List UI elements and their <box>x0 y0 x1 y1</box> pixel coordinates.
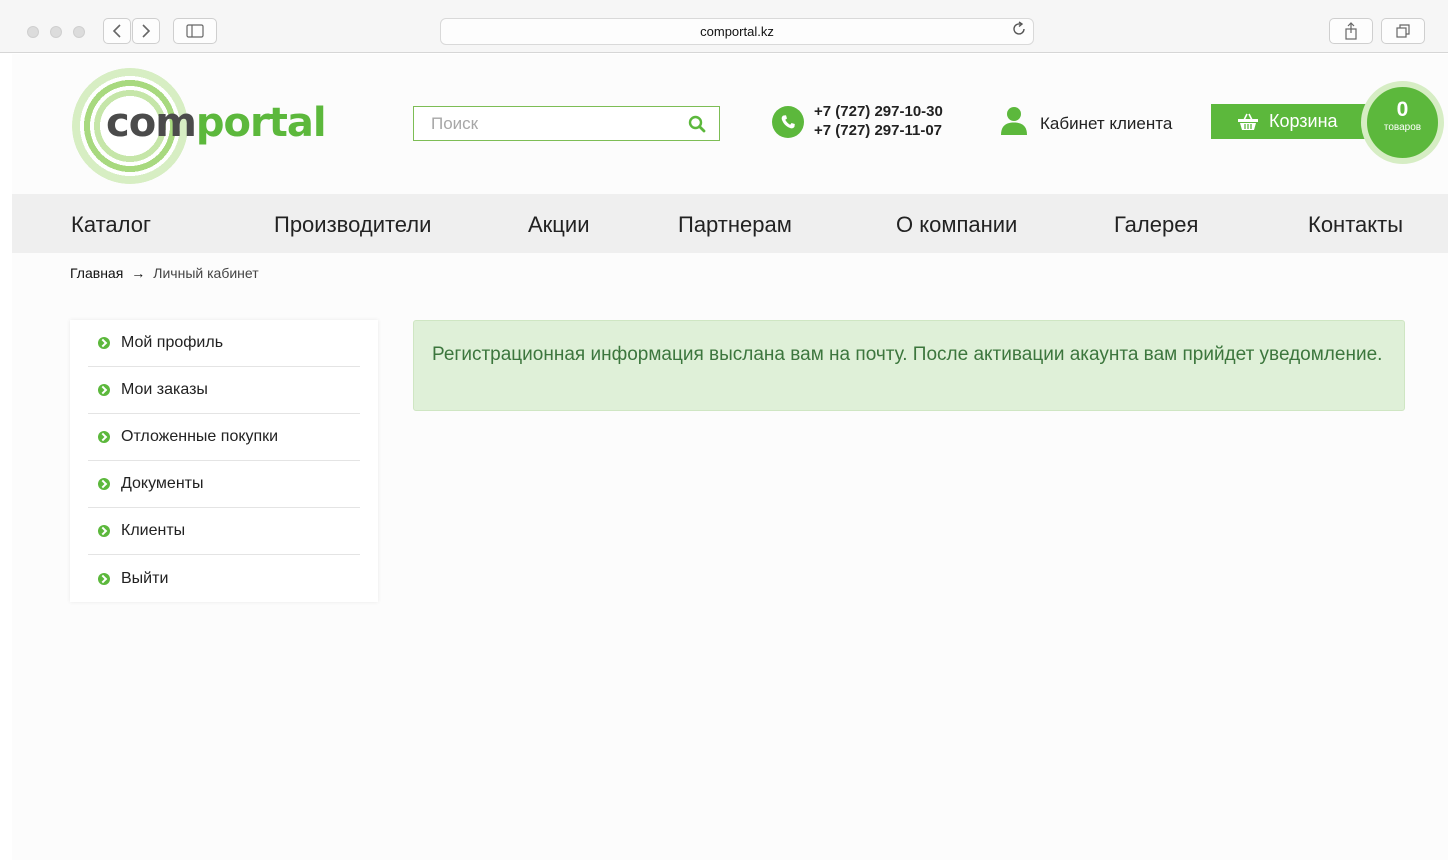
phone-icon <box>772 106 804 138</box>
chevron-right-circle-icon <box>98 478 110 490</box>
share-icon[interactable] <box>1329 18 1373 44</box>
back-icon[interactable] <box>103 18 131 44</box>
page-content: comportal +7 (727) 297-10-30 +7 (727) 29… <box>12 54 1448 860</box>
client-cabinet-link[interactable]: Кабинет клиента <box>1040 114 1172 134</box>
sidebar-item-profile[interactable]: Мой профиль <box>88 320 360 367</box>
tabs-icon[interactable] <box>1381 18 1425 44</box>
nav-item-partners[interactable]: Партнерам <box>678 212 792 238</box>
sidebar-item-label: Отложенные покупки <box>121 428 279 445</box>
nav-item-about[interactable]: О компании <box>896 212 1017 238</box>
sidebar-item-label: Мой профиль <box>121 334 224 351</box>
logo-text: comportal <box>106 100 327 146</box>
sidebar-item-label: Клиенты <box>121 522 186 539</box>
address-bar[interactable]: comportal.kz <box>440 18 1034 45</box>
sidebar-item-orders[interactable]: Мои заказы <box>88 367 360 414</box>
cart-count-label: товаров <box>1383 122 1422 133</box>
reload-icon[interactable] <box>1011 21 1027 42</box>
phone-number-2[interactable]: +7 (727) 297-11-07 <box>814 121 943 140</box>
logo-com: com <box>106 100 197 146</box>
chevron-right-circle-icon <box>98 525 110 537</box>
phone-number-1[interactable]: +7 (727) 297-10-30 <box>814 102 943 121</box>
sidebar-item-clients[interactable]: Клиенты <box>88 508 360 555</box>
cart-count-badge[interactable]: 0 товаров <box>1361 81 1444 164</box>
breadcrumb: Главная → Личный кабинет <box>70 265 259 281</box>
sidebar-item-logout[interactable]: Выйти <box>88 555 360 602</box>
cart-label: Корзина <box>1269 111 1338 131</box>
nav-item-contacts[interactable]: Контакты <box>1308 212 1403 238</box>
cart-count: 0 <box>1396 98 1409 121</box>
user-icon[interactable] <box>1000 106 1028 136</box>
window-close-button[interactable] <box>27 26 39 38</box>
window-zoom-button[interactable] <box>73 26 85 38</box>
url-text: comportal.kz <box>700 24 774 39</box>
forward-icon[interactable] <box>132 18 160 44</box>
breadcrumb-arrow-icon: → <box>131 265 146 281</box>
nav-item-gallery[interactable]: Галерея <box>1114 212 1198 238</box>
cart-button[interactable]: Корзина <box>1211 104 1371 139</box>
search-box <box>413 106 720 141</box>
phone-numbers: +7 (727) 297-10-30 +7 (727) 297-11-07 <box>814 102 943 140</box>
chevron-right-circle-icon <box>98 431 110 443</box>
nav-item-promotions[interactable]: Акции <box>528 212 589 238</box>
breadcrumb-home[interactable]: Главная <box>70 265 123 281</box>
account-sidebar: Мой профиль Мои заказы Отложенные покупк… <box>70 320 378 602</box>
sidebar-item-label: Документы <box>121 475 204 492</box>
chevron-right-circle-icon <box>98 572 110 585</box>
sidebar-item-deferred[interactable]: Отложенные покупки <box>88 414 360 461</box>
nav-item-catalog[interactable]: Каталог <box>71 212 151 238</box>
browser-toolbar: comportal.kz <box>0 0 1448 53</box>
success-alert: Регистрационная информация выслана вам н… <box>413 320 1405 411</box>
breadcrumb-current: Личный кабинет <box>153 265 259 281</box>
chevron-right-circle-icon <box>98 384 110 396</box>
main-nav: Каталог Производители Акции Партнерам О … <box>12 194 1448 253</box>
window-minimize-button[interactable] <box>50 26 62 38</box>
site-logo[interactable]: comportal <box>72 68 402 184</box>
basket-icon <box>1238 113 1258 130</box>
sidebar-item-label: Мои заказы <box>121 381 208 398</box>
sidebar-toggle-icon[interactable] <box>173 18 217 44</box>
search-icon[interactable] <box>688 115 706 133</box>
chevron-right-circle-icon <box>98 337 110 349</box>
search-input[interactable] <box>414 107 674 140</box>
logo-portal: portal <box>195 100 327 146</box>
sidebar-item-label: Выйти <box>121 569 169 587</box>
nav-item-manufacturers[interactable]: Производители <box>274 212 431 238</box>
sidebar-item-documents[interactable]: Документы <box>88 461 360 508</box>
